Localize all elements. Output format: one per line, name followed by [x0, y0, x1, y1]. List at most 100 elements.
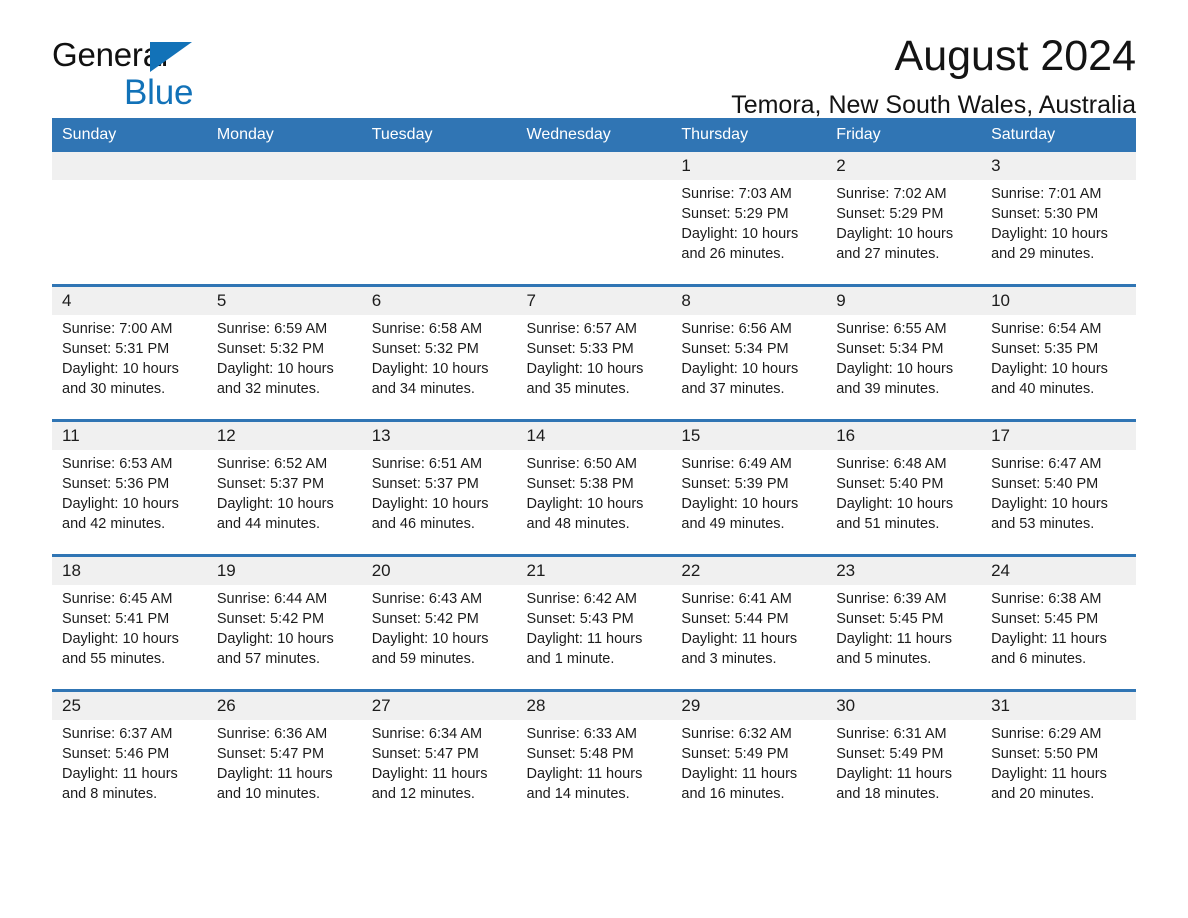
day-details: Sunrise: 6:59 AM Sunset: 5:32 PM Daylight:… [207, 315, 362, 399]
day-cell[interactable]: 21 Sunrise: 6:42 AM Sunset: 5:43 PM Dayligh… [516, 554, 672, 691]
day-details: Sunrise: 6:41 AM Sunset: 5:44 PM Daylight:… [671, 585, 826, 669]
day-cell[interactable]: 29 Sunrise: 6:32 AM Sunset: 5:49 PM Dayligh… [671, 689, 827, 824]
day-number: 13 [361, 422, 517, 450]
sunset-text: Sunset: 5:45 PM [836, 611, 944, 627]
calendar-week-row: 1 Sunrise: 7:03 AM Sunset: 5:29 PM Daylight… [52, 152, 1136, 286]
day-details: Sunrise: 6:50 AM Sunset: 5:38 PM Daylight:… [517, 450, 672, 534]
day-details: Sunrise: 6:36 AM Sunset: 5:47 PM Daylight:… [207, 720, 362, 804]
day-cell-inner: 3 Sunrise: 7:01 AM Sunset: 5:30 PM Daylight… [981, 152, 1136, 284]
day-cell-empty [361, 152, 517, 286]
day-cell[interactable]: 9 Sunrise: 6:55 AM Sunset: 5:34 PM Daylight… [826, 284, 982, 421]
day-cell[interactable]: 22 Sunrise: 6:41 AM Sunset: 5:44 PM Dayligh… [671, 554, 827, 691]
day-cell-inner: 26 Sunrise: 6:36 AM Sunset: 5:47 PM Dayligh… [206, 692, 362, 824]
day-cell-inner: 16 Sunrise: 6:48 AM Sunset: 5:40 PM Dayligh… [826, 422, 982, 554]
sunrise-text: Sunrise: 6:42 AM [526, 591, 637, 607]
weekday-header-monday: Monday [206, 118, 362, 152]
day-cell[interactable]: 13 Sunrise: 6:51 AM Sunset: 5:37 PM Dayligh… [361, 419, 517, 556]
day-cell-empty [52, 152, 207, 286]
day-cell[interactable]: 30 Sunrise: 6:31 AM Sunset: 5:49 PM Dayligh… [826, 689, 982, 824]
sunset-text: Sunset: 5:36 PM [62, 476, 170, 492]
sunset-text: Sunset: 5:39 PM [681, 476, 789, 492]
day-cell[interactable]: 4 Sunrise: 7:00 AM Sunset: 5:31 PM Daylight… [52, 284, 207, 421]
day-number: 1 [671, 152, 827, 180]
daylight-text: Daylight: 11 hours and 8 minutes. [62, 766, 178, 802]
day-details: Sunrise: 6:34 AM Sunset: 5:47 PM Daylight:… [362, 720, 517, 804]
daylight-text: Daylight: 11 hours and 16 minutes. [681, 766, 798, 802]
day-cell[interactable]: 17 Sunrise: 6:47 AM Sunset: 5:40 PM Dayligh… [981, 419, 1136, 556]
generalblue-logo[interactable]: General Blue [52, 38, 302, 114]
sunrise-text: Sunrise: 6:37 AM [62, 726, 173, 742]
day-cell[interactable]: 20 Sunrise: 6:43 AM Sunset: 5:42 PM Dayligh… [361, 554, 517, 691]
day-cell[interactable]: 19 Sunrise: 6:44 AM Sunset: 5:42 PM Dayligh… [206, 554, 362, 691]
sunrise-text: Sunrise: 6:41 AM [681, 591, 792, 607]
day-cell[interactable]: 1 Sunrise: 7:03 AM Sunset: 5:29 PM Daylight… [671, 152, 827, 286]
day-cell[interactable]: 5 Sunrise: 6:59 AM Sunset: 5:32 PM Daylight… [206, 284, 362, 421]
sunrise-text: Sunrise: 6:58 AM [371, 321, 483, 337]
title-block: August 2024 Temora, New South Wales, Aus… [731, 32, 1136, 120]
sunrise-text: Sunrise: 6:33 AM [526, 726, 637, 742]
day-cell[interactable]: 3 Sunrise: 7:01 AM Sunset: 5:30 PM Daylight… [981, 152, 1136, 286]
day-cell[interactable]: 10 Sunrise: 6:54 AM Sunset: 5:35 PM Dayligh… [981, 284, 1136, 421]
day-cell[interactable]: 8 Sunrise: 6:56 AM Sunset: 5:34 PM Daylight… [671, 284, 827, 421]
day-cell-inner: 12 Sunrise: 6:52 AM Sunset: 5:37 PM Dayligh… [206, 422, 362, 554]
day-cell[interactable]: 16 Sunrise: 6:48 AM Sunset: 5:40 PM Dayligh… [826, 419, 982, 556]
day-cell-inner: 28 Sunrise: 6:33 AM Sunset: 5:48 PM Dayligh… [516, 692, 672, 824]
daylight-text: Daylight: 10 hours and 49 minutes. [681, 496, 799, 532]
day-number: 15 [671, 422, 827, 450]
day-details: Sunrise: 6:48 AM Sunset: 5:40 PM Daylight:… [826, 450, 981, 534]
day-details: Sunrise: 7:03 AM Sunset: 5:29 PM Daylight:… [671, 180, 826, 264]
day-cell[interactable]: 6 Sunrise: 6:58 AM Sunset: 5:32 PM Daylight… [361, 284, 517, 421]
daylight-text: Daylight: 10 hours and 40 minutes. [991, 361, 1108, 397]
sunrise-text: Sunrise: 6:32 AM [681, 726, 792, 742]
sunset-text: Sunset: 5:29 PM [836, 206, 944, 222]
location-subtitle: Temora, New South Wales, Australia [731, 91, 1136, 120]
sunset-text: Sunset: 5:49 PM [836, 746, 944, 762]
day-cell[interactable]: 24 Sunrise: 6:38 AM Sunset: 5:45 PM Dayligh… [981, 554, 1136, 691]
sunrise-text: Sunrise: 6:44 AM [216, 591, 328, 607]
day-cell[interactable]: 7 Sunrise: 6:57 AM Sunset: 5:33 PM Daylight… [516, 284, 672, 421]
calendar-week-row: 18 Sunrise: 6:45 AM Sunset: 5:41 PM Dayligh… [52, 554, 1136, 691]
sunset-text: Sunset: 5:41 PM [62, 611, 170, 627]
day-details: Sunrise: 7:01 AM Sunset: 5:30 PM Daylight:… [981, 180, 1136, 264]
sunset-text: Sunset: 5:48 PM [526, 746, 634, 762]
day-cell[interactable]: 31 Sunrise: 6:29 AM Sunset: 5:50 PM Dayligh… [981, 689, 1136, 824]
day-cell[interactable]: 2 Sunrise: 7:02 AM Sunset: 5:29 PM Daylight… [826, 152, 982, 286]
day-cell[interactable]: 11 Sunrise: 6:53 AM Sunset: 5:36 PM Dayligh… [52, 419, 207, 556]
calendar-body: 1 Sunrise: 7:03 AM Sunset: 5:29 PM Daylight… [52, 152, 1136, 824]
day-cell-inner [206, 152, 362, 284]
daylight-text: Daylight: 10 hours and 53 minutes. [991, 496, 1108, 532]
day-cell-inner: 31 Sunrise: 6:29 AM Sunset: 5:50 PM Dayligh… [981, 692, 1136, 824]
page-header: General Blue August 2024 Temora, New Sou… [52, 0, 1136, 118]
day-number: 19 [206, 557, 362, 585]
day-number [206, 152, 362, 180]
day-cell[interactable]: 25 Sunrise: 6:37 AM Sunset: 5:46 PM Dayligh… [52, 689, 207, 824]
day-details: Sunrise: 6:47 AM Sunset: 5:40 PM Daylight:… [981, 450, 1136, 534]
day-number: 26 [206, 692, 362, 720]
day-number: 5 [206, 287, 362, 315]
sunrise-text: Sunrise: 6:59 AM [216, 321, 328, 337]
sunrise-text: Sunrise: 6:51 AM [371, 456, 483, 472]
day-cell[interactable]: 12 Sunrise: 6:52 AM Sunset: 5:37 PM Dayligh… [206, 419, 362, 556]
day-cell[interactable]: 14 Sunrise: 6:50 AM Sunset: 5:38 PM Dayligh… [516, 419, 672, 556]
sunrise-text: Sunrise: 6:56 AM [681, 321, 792, 337]
day-cell[interactable]: 18 Sunrise: 6:45 AM Sunset: 5:41 PM Dayligh… [52, 554, 207, 691]
day-details: Sunrise: 6:33 AM Sunset: 5:48 PM Daylight:… [517, 720, 672, 804]
page-title: August 2024 [894, 32, 1136, 80]
sunrise-text: Sunrise: 6:31 AM [836, 726, 947, 742]
day-cell[interactable]: 23 Sunrise: 6:39 AM Sunset: 5:45 PM Dayligh… [826, 554, 982, 691]
daylight-text: Daylight: 10 hours and 27 minutes. [836, 226, 954, 262]
day-cell[interactable]: 27 Sunrise: 6:34 AM Sunset: 5:47 PM Dayligh… [361, 689, 517, 824]
day-cell-inner: 27 Sunrise: 6:34 AM Sunset: 5:47 PM Dayligh… [361, 692, 517, 824]
sunset-text: Sunset: 5:33 PM [526, 341, 634, 357]
day-cell[interactable]: 15 Sunrise: 6:49 AM Sunset: 5:39 PM Dayligh… [671, 419, 827, 556]
day-cell-inner: 24 Sunrise: 6:38 AM Sunset: 5:45 PM Dayligh… [981, 557, 1136, 689]
day-number [361, 152, 517, 180]
day-cell[interactable]: 28 Sunrise: 6:33 AM Sunset: 5:48 PM Dayligh… [516, 689, 672, 824]
day-cell[interactable]: 26 Sunrise: 6:36 AM Sunset: 5:47 PM Dayligh… [206, 689, 362, 824]
day-cell-inner: 30 Sunrise: 6:31 AM Sunset: 5:49 PM Dayligh… [826, 692, 982, 824]
day-cell-inner: 29 Sunrise: 6:32 AM Sunset: 5:49 PM Dayligh… [671, 692, 827, 824]
day-cell-inner: 5 Sunrise: 6:59 AM Sunset: 5:32 PM Daylight… [206, 287, 362, 419]
day-cell-inner: 23 Sunrise: 6:39 AM Sunset: 5:45 PM Dayligh… [826, 557, 982, 689]
day-number: 6 [361, 287, 517, 315]
daylight-text: Daylight: 10 hours and 34 minutes. [371, 361, 489, 397]
